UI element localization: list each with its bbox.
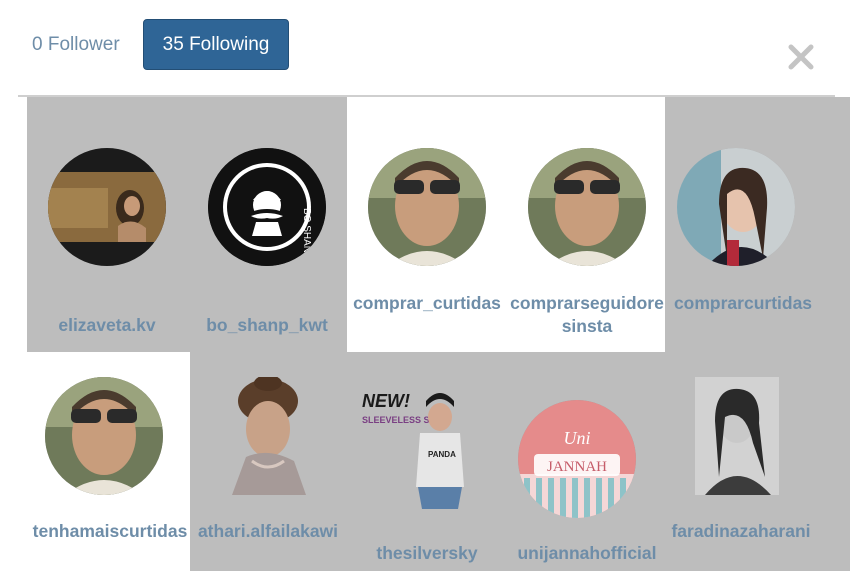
user-tile[interactable]: comprar_curtidas (347, 97, 507, 352)
logo-text-top: Uni (564, 428, 591, 448)
logo-text-bottom: JANNAH (547, 459, 607, 475)
username: faradinazaharani (671, 521, 811, 541)
following-grid: elizaveta.kv BO SHANP KWT bo_shanp_kwt c… (0, 97, 850, 571)
user-tile[interactable]: NEW! SLEEVELESS SHIRT PANDA thesilversky (347, 352, 507, 571)
avatar (368, 148, 486, 266)
avatar: Uni JANNAH (518, 400, 636, 518)
avatar (210, 377, 328, 495)
avatar (677, 148, 795, 266)
user-tile[interactable]: comprarcurtidas (665, 97, 850, 352)
avatar: BO SHANP KWT (208, 148, 326, 266)
user-tile[interactable]: comprarseguidoresinsta (507, 97, 667, 352)
user-tile[interactable]: elizaveta.kv (27, 97, 187, 352)
username: bo_shanp_kwt (206, 315, 328, 335)
dialog-header: 0 Follower 35 Following (0, 0, 850, 96)
close-icon (788, 44, 814, 70)
username: tenhamaiscurtidas (32, 521, 188, 541)
username: elizaveta.kv (58, 315, 156, 335)
tab-following[interactable]: 35 Following (143, 19, 289, 70)
avatar (48, 148, 166, 266)
user-tile[interactable]: BO SHANP KWT bo_shanp_kwt (187, 97, 347, 352)
user-tile[interactable]: Uni JANNAH unijannahofficial (507, 352, 665, 571)
user-tile[interactable]: faradinazaharani (665, 352, 850, 571)
avatar (695, 377, 779, 495)
username: unijannahofficial (517, 543, 657, 563)
user-tile[interactable]: tenhamaiscurtidas (0, 352, 190, 571)
username: thesilversky (376, 543, 478, 563)
avatar (45, 377, 163, 495)
badge-text: NEW! (362, 391, 410, 411)
avatar: NEW! SLEEVELESS SHIRT PANDA (360, 377, 485, 517)
logo-text: BO SHANP KWT (301, 208, 312, 266)
user-tile[interactable]: athari.alfailakawi (190, 352, 347, 571)
avatar (528, 148, 646, 266)
username: athari.alfailakawi (197, 521, 339, 541)
close-button[interactable] (784, 40, 818, 74)
tab-followers[interactable]: 0 Follower (20, 20, 132, 70)
shirt-text: PANDA (428, 450, 456, 459)
username: comprar_curtidas (353, 293, 501, 313)
username: comprarcurtidas (673, 293, 813, 313)
username: comprarseguidoresinsta (510, 293, 664, 336)
